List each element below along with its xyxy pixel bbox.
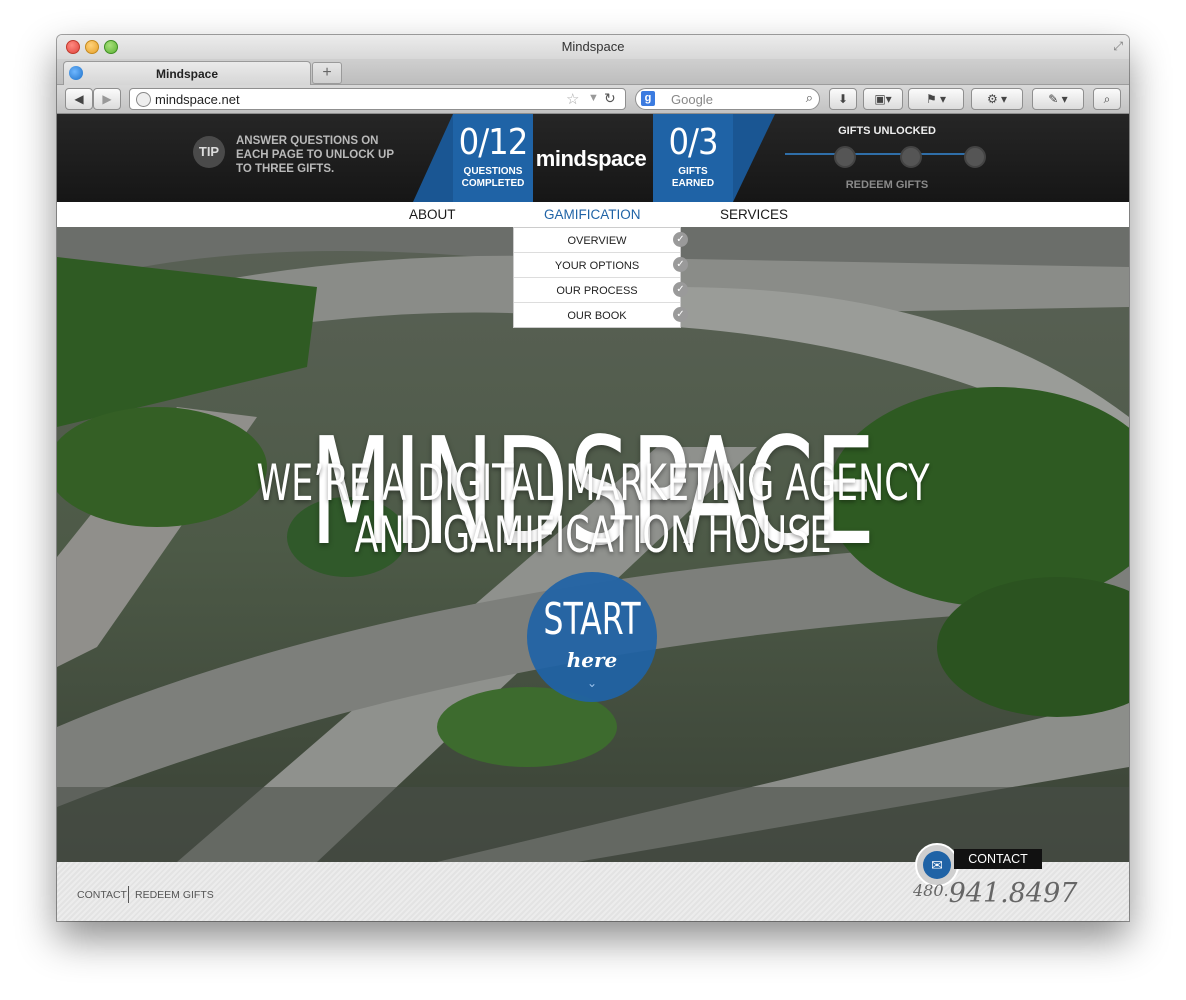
phone-digits: 941.8497 (948, 878, 1078, 909)
globe-icon (136, 92, 151, 107)
questions-label: QUESTIONS COMPLETED (461, 166, 525, 189)
chevron-down-icon: ⌄ (586, 676, 598, 690)
tip-badge: TIP (193, 136, 225, 168)
url-text: mindspace.net (155, 92, 240, 107)
gifts-unlocked-title: GIFTS UNLOCKED (838, 125, 936, 137)
gifts-label: GIFTS EARNED (671, 166, 715, 189)
dropper-tool-button[interactable]: ✎ ▾ (1032, 88, 1084, 110)
dropdown-item-our-book[interactable]: OUR BOOK ✓ (514, 303, 688, 327)
search-placeholder: Google (671, 92, 713, 107)
site-footer: CONTACT REDEEM GIFTS ✉ CONTACT 480.941.8… (57, 843, 1129, 921)
hero-subtitle-line-2: AND GAMIFICATION HOUSE (354, 506, 832, 564)
site-header: TIP ANSWER QUESTIONS ON EACH PAGE TO UNL… (57, 114, 1129, 202)
check-icon: ✓ (673, 307, 688, 322)
check-icon: ✓ (673, 232, 688, 247)
reload-icon[interactable]: ↻ (604, 90, 616, 107)
gift-medal-icon (834, 146, 856, 168)
dropdown-item-overview[interactable]: OVERVIEW ✓ (514, 228, 688, 253)
questions-count: 0/12 (458, 122, 529, 163)
browser-toolbar: ◀ ▶ mindspace.net ☆ ▼ ↻ g Google ⌕ ⬇ ▣▾ … (57, 85, 1129, 114)
settings-gear-button[interactable]: ⚙ ▾ (971, 88, 1023, 110)
here-label: here (566, 648, 618, 672)
browser-window: Mindspace ⤢ Mindspace + ◀ ▶ mindspace.ne… (57, 35, 1129, 921)
dropdown-item-label: OUR BOOK (567, 310, 627, 322)
footer-divider (128, 886, 129, 903)
nav-gamification[interactable]: GAMIFICATION (544, 207, 641, 222)
nav-about[interactable]: ABOUT (409, 207, 456, 222)
gift-medal-icon (964, 146, 986, 168)
main-nav: ABOUT GAMIFICATION SERVICES (57, 202, 1129, 227)
nav-services[interactable]: SERVICES (720, 207, 788, 222)
gifts-counter[interactable]: 0/3 GIFTS EARNED (653, 114, 733, 202)
dropdown-item-our-process[interactable]: OUR PROCESS ✓ (514, 278, 688, 303)
bookmarks-menu-button[interactable]: ▣▾ (863, 88, 903, 110)
new-tab-button[interactable]: + (312, 62, 342, 84)
title-bar: Mindspace ⤢ (57, 35, 1129, 59)
forward-button[interactable]: ▶ (93, 88, 121, 110)
tab-mindspace[interactable]: Mindspace (63, 61, 311, 85)
check-icon: ✓ (673, 257, 688, 272)
window-title: Mindspace (561, 39, 625, 54)
reader-icon[interactable]: ▼ (588, 92, 599, 104)
start-here-button[interactable]: START here ⌄ (527, 572, 657, 702)
address-bar[interactable]: mindspace.net ☆ ▼ ↻ (129, 88, 626, 110)
dropdown-item-label: YOUR OPTIONS (554, 260, 640, 272)
find-button[interactable]: ⌕ (1093, 88, 1121, 110)
gamification-dropdown: OVERVIEW ✓ YOUR OPTIONS ✓ OUR PROCESS ✓ OUR… (513, 227, 688, 328)
site-logo[interactable]: mindspace (530, 146, 652, 172)
dropdown-item-label: OUR PROCESS (556, 285, 638, 297)
hero-subtitle-line-1: WE’RE A DIGITAL MARKETING AGENCY (256, 454, 930, 512)
search-field[interactable]: g Google ⌕ (635, 88, 820, 110)
envelope-icon: ✉ (923, 851, 951, 879)
dropdown-item-label: OVERVIEW (567, 235, 627, 247)
phone-area-code: 480. (913, 881, 949, 900)
redeem-gifts-link[interactable]: REDEEM GIFTS (787, 179, 987, 191)
magnifier-icon: ⌕ (805, 90, 813, 105)
dropdown-item-your-options[interactable]: YOUR OPTIONS ✓ (514, 253, 688, 278)
tab-label: Mindspace (155, 67, 218, 81)
downloads-button[interactable]: ⬇ (829, 88, 857, 110)
fullscreen-icon[interactable]: ⤢ (1113, 39, 1123, 54)
phone-number: 480.941.8497 (913, 878, 1077, 909)
footer-redeem-gifts-link[interactable]: REDEEM GIFTS (135, 889, 214, 901)
back-button[interactable]: ◀ (65, 88, 93, 110)
start-label: START (543, 594, 641, 645)
tip-text: ANSWER QUESTIONS ON EACH PAGE TO UNLOCK … (236, 135, 395, 175)
questions-counter[interactable]: 0/12 QUESTIONS COMPLETED (453, 114, 533, 202)
tab-bar: Mindspace + (57, 59, 1129, 85)
check-icon: ✓ (673, 282, 688, 297)
gift-medal-icon (900, 146, 922, 168)
contact-tab[interactable]: CONTACT (954, 849, 1042, 869)
website: TIP ANSWER QUESTIONS ON EACH PAGE TO UNL… (57, 114, 1129, 921)
extension-button[interactable]: ⚑ ▾ (908, 88, 964, 110)
gifts-count: 0/3 (668, 122, 718, 163)
gifts-progress-line (785, 153, 981, 155)
google-icon[interactable]: g (641, 91, 655, 106)
footer-contact-link[interactable]: CONTACT (77, 889, 127, 901)
bookmark-star-icon[interactable]: ☆ (566, 90, 579, 108)
